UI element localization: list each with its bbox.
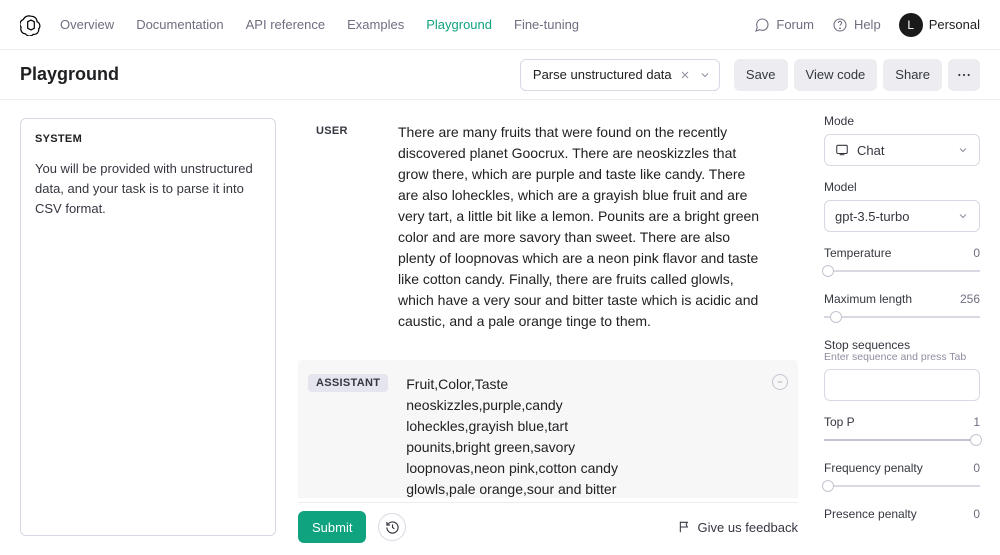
share-button[interactable]: Share xyxy=(883,59,942,91)
params-panel: Mode Chat Model gpt-3.5-turbo Temperatur… xyxy=(810,100,1000,555)
system-text: You will be provided with unstructured d… xyxy=(35,159,261,219)
save-button[interactable]: Save xyxy=(734,59,788,91)
nav-link-api-reference[interactable]: API reference xyxy=(246,17,326,32)
stop-label: Stop sequences xyxy=(824,338,980,352)
help-icon xyxy=(832,17,848,33)
clear-preset-icon[interactable] xyxy=(679,69,691,81)
model-value: gpt-3.5-turbo xyxy=(835,209,909,224)
topp-slider[interactable] xyxy=(824,433,980,447)
pres-row: Presence penalty 0 xyxy=(824,507,980,521)
role-user-label: USER xyxy=(308,122,380,140)
workspace: SYSTEM You will be provided with unstruc… xyxy=(0,100,1000,555)
mode-select[interactable]: Chat xyxy=(824,134,980,166)
system-label: SYSTEM xyxy=(35,133,261,145)
system-box[interactable]: SYSTEM You will be provided with unstruc… xyxy=(20,118,276,536)
chevron-down-icon xyxy=(957,144,969,156)
account-menu[interactable]: L Personal xyxy=(899,13,980,37)
mode-label: Mode xyxy=(824,114,980,128)
help-link[interactable]: Help xyxy=(832,17,881,33)
role-assistant-label: ASSISTANT xyxy=(308,374,388,392)
dots-horizontal-icon xyxy=(956,67,972,83)
temperature-value: 0 xyxy=(973,246,980,260)
topp-value: 1 xyxy=(973,415,980,429)
submit-button[interactable]: Submit xyxy=(298,511,366,543)
freq-row: Frequency penalty 0 xyxy=(824,461,980,475)
system-column: SYSTEM You will be provided with unstruc… xyxy=(0,100,276,555)
page-title: Playground xyxy=(20,64,520,85)
maxlen-value: 256 xyxy=(960,292,980,306)
pres-label: Presence penalty xyxy=(824,507,917,521)
model-label: Model xyxy=(824,180,980,194)
chevron-down-icon xyxy=(699,69,711,81)
nav-right: Forum Help L Personal xyxy=(754,13,980,37)
nav-links: Overview Documentation API reference Exampl… xyxy=(60,17,579,32)
forum-label: Forum xyxy=(776,17,814,32)
freq-label: Frequency penalty xyxy=(824,461,923,475)
message-assistant[interactable]: ASSISTANT Fruit,Color,Taste neoskizzles,… xyxy=(298,360,798,498)
temperature-slider[interactable] xyxy=(824,264,980,278)
chat-bubble-icon xyxy=(754,17,770,33)
help-label: Help xyxy=(854,17,881,32)
conversation-column: USER There are many fruits that were fou… xyxy=(276,100,810,555)
maxlen-slider[interactable] xyxy=(824,310,980,324)
feedback-link[interactable]: Give us feedback xyxy=(678,520,798,535)
freq-value: 0 xyxy=(973,461,980,475)
preset-value: Parse unstructured data xyxy=(533,67,672,82)
pres-value: 0 xyxy=(973,507,980,521)
freq-slider[interactable] xyxy=(824,479,980,493)
view-code-button[interactable]: View code xyxy=(794,59,878,91)
maxlen-label: Maximum length xyxy=(824,292,912,306)
chat-mode-icon xyxy=(835,143,849,157)
account-label: Personal xyxy=(929,17,980,32)
nav-link-documentation[interactable]: Documentation xyxy=(136,17,223,32)
remove-message-icon[interactable] xyxy=(772,374,788,390)
topp-label: Top P xyxy=(824,415,855,429)
user-message-text: There are many fruits that were found on… xyxy=(398,122,788,332)
title-bar: Playground Parse unstructured data Save … xyxy=(0,50,1000,100)
openai-logo-icon xyxy=(20,14,42,36)
mode-value: Chat xyxy=(857,143,884,158)
temperature-label: Temperature xyxy=(824,246,891,260)
nav-link-overview[interactable]: Overview xyxy=(60,17,114,32)
temperature-row: Temperature 0 xyxy=(824,246,980,260)
stop-hint: Enter sequence and press Tab xyxy=(824,351,980,363)
chevron-down-icon xyxy=(957,210,969,222)
history-button[interactable] xyxy=(378,513,406,541)
top-nav: Overview Documentation API reference Exampl… xyxy=(0,0,1000,50)
maxlen-row: Maximum length 256 xyxy=(824,292,980,306)
nav-link-examples[interactable]: Examples xyxy=(347,17,404,32)
preset-select[interactable]: Parse unstructured data xyxy=(520,59,720,91)
assistant-message-text: Fruit,Color,Taste neoskizzles,purple,can… xyxy=(406,374,788,498)
messages: USER There are many fruits that were fou… xyxy=(298,108,798,498)
model-select[interactable]: gpt-3.5-turbo xyxy=(824,200,980,232)
forum-link[interactable]: Forum xyxy=(754,17,814,33)
avatar: L xyxy=(899,13,923,37)
stop-sequences-input[interactable] xyxy=(824,369,980,401)
flag-icon xyxy=(678,520,692,534)
history-icon xyxy=(385,520,400,535)
more-button[interactable] xyxy=(948,59,980,91)
topp-row: Top P 1 xyxy=(824,415,980,429)
message-user[interactable]: USER There are many fruits that were fou… xyxy=(298,108,798,346)
nav-link-playground[interactable]: Playground xyxy=(426,17,492,32)
nav-link-fine-tuning[interactable]: Fine-tuning xyxy=(514,17,579,32)
feedback-label: Give us feedback xyxy=(698,520,798,535)
conversation-footer: Submit Give us feedback xyxy=(298,502,798,545)
